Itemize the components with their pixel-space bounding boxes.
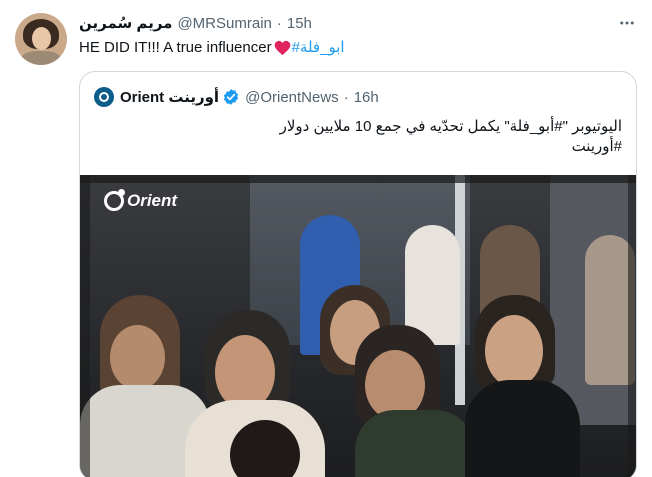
tweet-time[interactable]: 15h: [287, 15, 312, 32]
author-handle[interactable]: @MRSumrain: [177, 15, 271, 32]
orient-watermark: Orient: [104, 189, 178, 211]
quoted-header: Orient أورينت @OrientNews · 16h: [94, 87, 379, 107]
quoted-text-line-1: اليوتيوبر "#أبو_فلة" يكمل تحدّيه في جمع …: [279, 118, 622, 135]
quoted-hashtag-line[interactable]: #أورينت: [102, 137, 622, 157]
tweet-card[interactable]: مريم سُمرين @MRSumrain · 15h HE DID IT!!…: [0, 0, 652, 477]
verified-badge-icon: [224, 89, 239, 105]
quoted-tweet[interactable]: Orient أورينت @OrientNews · 16h اليوتيوب…: [79, 71, 637, 477]
more-options-icon[interactable]: [616, 13, 638, 33]
tweet-body: HE DID IT!!! A true influencer: [79, 39, 272, 56]
author-avatar[interactable]: [15, 13, 67, 65]
video-thumbnail[interactable]: Orient: [80, 175, 636, 477]
heart-emoji-icon: [274, 40, 290, 56]
author-name[interactable]: مريم سُمرين: [79, 14, 172, 32]
tweet-header: مريم سُمرين @MRSumrain · 15h: [79, 13, 312, 33]
quoted-text: اليوتيوبر "#أبو_فلة" يكمل تحدّيه في جمع …: [102, 117, 622, 157]
quoted-author-name[interactable]: Orient أورينت: [120, 88, 219, 106]
separator-dot: ·: [276, 14, 282, 32]
orient-avatar[interactable]: [94, 87, 114, 107]
quoted-handle[interactable]: @OrientNews: [245, 89, 339, 106]
quoted-time[interactable]: 16h: [354, 89, 379, 106]
orient-logo-icon: [104, 189, 125, 211]
hashtag-link[interactable]: #ابو_فلة: [292, 38, 345, 58]
separator-dot: ·: [343, 88, 349, 106]
tweet-text: HE DID IT!!! A true influencer #ابو_فلة: [79, 38, 345, 58]
watermark-text: Orient: [127, 191, 178, 210]
